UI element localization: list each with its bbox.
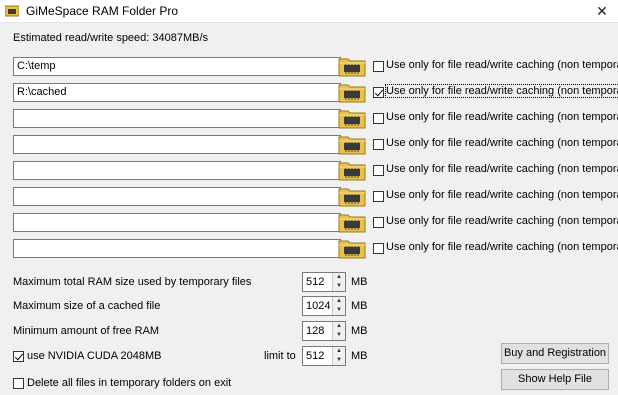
cache-only-checkbox[interactable]	[373, 243, 384, 254]
min-free-value[interactable]: 128	[306, 325, 324, 337]
cache-only-label[interactable]: Use only for file read/write caching (no…	[386, 111, 618, 123]
max-ram-setting: Maximum total RAM size used by temporary…	[0, 272, 618, 294]
spin-down-icon[interactable]: ▼	[332, 282, 345, 291]
folder-path-input[interactable]	[13, 109, 341, 128]
cache-only-checkbox[interactable]	[373, 139, 384, 150]
ram-folder-icon[interactable]	[338, 80, 366, 104]
folder-path-input[interactable]	[13, 161, 341, 180]
max-cached-spinner[interactable]: 1024 ▲ ▼	[302, 296, 346, 316]
min-free-label: Minimum amount of free RAM	[13, 325, 160, 337]
delete-on-exit-label[interactable]: Delete all files in temporary folders on…	[27, 377, 231, 389]
window-title: GiMeSpace RAM Folder Pro	[26, 4, 179, 18]
spin-down-icon[interactable]: ▼	[332, 356, 345, 365]
cuda-limit-label: limit to	[264, 350, 296, 362]
spin-down-icon[interactable]: ▼	[332, 331, 345, 340]
max-ram-spinner[interactable]: 512 ▲ ▼	[302, 272, 346, 292]
delete-on-exit-checkbox[interactable]	[13, 378, 24, 389]
cache-only-checkbox[interactable]	[373, 61, 384, 72]
ram-folder-icon[interactable]	[338, 54, 366, 78]
cache-only-checkbox[interactable]	[373, 87, 384, 98]
cuda-limit-value[interactable]: 512	[306, 350, 324, 362]
cache-only-label[interactable]: Use only for file read/write caching (no…	[386, 59, 618, 71]
max-cached-value[interactable]: 1024	[306, 300, 330, 312]
folder-path-input[interactable]	[13, 213, 341, 232]
cuda-checkbox[interactable]	[13, 351, 24, 362]
max-cached-label: Maximum size of a cached file	[13, 300, 161, 312]
cache-only-checkbox[interactable]	[373, 217, 384, 228]
speed-readout: Estimated read/write speed: 34087MB/s	[13, 32, 209, 44]
cache-only-checkbox[interactable]	[373, 191, 384, 202]
max-cached-unit: MB	[351, 300, 368, 312]
cache-only-label[interactable]: Use only for file read/write caching (no…	[386, 137, 618, 149]
ram-folder-icon[interactable]	[338, 236, 366, 260]
title-bar: GiMeSpace RAM Folder Pro ✕	[0, 0, 618, 23]
max-ram-label: Maximum total RAM size used by temporary…	[13, 276, 252, 288]
ram-folder-icon[interactable]	[338, 132, 366, 156]
cache-only-label[interactable]: Use only for file read/write caching (no…	[384, 84, 618, 98]
folder-path-input[interactable]	[13, 239, 341, 258]
min-free-unit: MB	[351, 325, 368, 337]
cache-only-checkbox[interactable]	[373, 165, 384, 176]
folder-row: Use only for file read/write caching (no…	[0, 108, 618, 130]
show-help-button[interactable]: Show Help File	[501, 369, 609, 390]
cache-only-label[interactable]: Use only for file read/write caching (no…	[386, 241, 618, 253]
cuda-limit-spinner[interactable]: 512 ▲ ▼	[302, 346, 346, 366]
main-panel: Estimated read/write speed: 34087MB/s C:…	[0, 23, 618, 394]
folder-row: Use only for file read/write caching (no…	[0, 186, 618, 208]
close-icon[interactable]: ✕	[586, 0, 618, 22]
ram-folder-icon[interactable]	[338, 106, 366, 130]
folder-path-input[interactable]: C:\temp	[13, 57, 341, 76]
ram-folder-icon[interactable]	[338, 158, 366, 182]
folder-path-input[interactable]: R:\cached	[13, 83, 341, 102]
spin-down-icon[interactable]: ▼	[332, 306, 345, 315]
folder-row: Use only for file read/write caching (no…	[0, 134, 618, 156]
min-free-setting: Minimum amount of free RAM 128 ▲ ▼ MB	[0, 321, 618, 343]
max-ram-value[interactable]: 512	[306, 276, 324, 288]
folder-row: Use only for file read/write caching (no…	[0, 238, 618, 260]
ram-folder-icon[interactable]	[338, 210, 366, 234]
app-icon	[5, 5, 19, 17]
folder-path-input[interactable]	[13, 135, 341, 154]
folder-path-input[interactable]	[13, 187, 341, 206]
max-ram-unit: MB	[351, 276, 368, 288]
max-cached-setting: Maximum size of a cached file 1024 ▲ ▼ M…	[0, 296, 618, 318]
folder-row: R:\cached Use only for file read/write c…	[0, 82, 618, 104]
cache-only-label[interactable]: Use only for file read/write caching (no…	[386, 189, 618, 201]
buy-registration-button[interactable]: Buy and Registration	[501, 343, 609, 364]
cache-only-label[interactable]: Use only for file read/write caching (no…	[386, 163, 618, 175]
ram-folder-icon[interactable]	[338, 184, 366, 208]
cuda-unit: MB	[351, 350, 368, 362]
folder-row: Use only for file read/write caching (no…	[0, 212, 618, 234]
cache-only-label[interactable]: Use only for file read/write caching (no…	[386, 215, 618, 227]
cuda-label[interactable]: use NVIDIA CUDA 2048MB	[27, 350, 162, 362]
folder-row: Use only for file read/write caching (no…	[0, 160, 618, 182]
cache-only-checkbox[interactable]	[373, 113, 384, 124]
min-free-spinner[interactable]: 128 ▲ ▼	[302, 321, 346, 341]
folder-row: C:\temp Use only for file read/write cac…	[0, 56, 618, 78]
